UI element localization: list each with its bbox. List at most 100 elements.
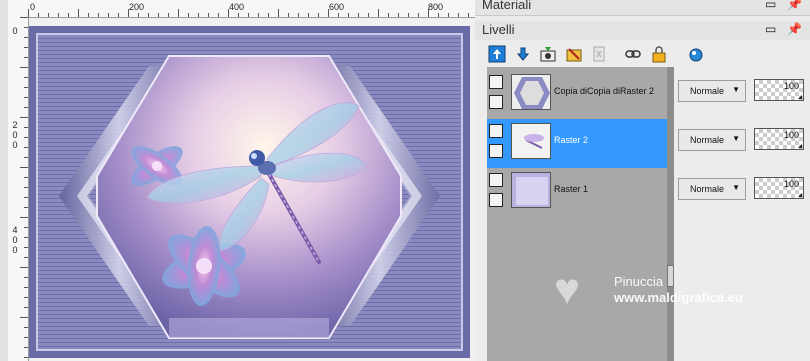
ruler-tick [24, 47, 28, 48]
ruler-tick [24, 197, 28, 198]
ruler-tick [218, 13, 219, 17]
ruler-tick [438, 13, 439, 17]
pin-icon[interactable]: 📌 [787, 22, 802, 36]
ruler-tick [298, 13, 299, 17]
new-vector-layer-icon[interactable] [512, 43, 534, 65]
lock-layer-icon[interactable] [648, 43, 670, 65]
layer-thumbnail [511, 172, 551, 208]
ruler-tick [358, 13, 359, 17]
ruler-tick [68, 13, 69, 17]
layer-group-icon[interactable] [489, 75, 503, 89]
blend-mode-dropdown[interactable]: Normale ▼ [678, 80, 746, 102]
ruler-tick [48, 13, 49, 17]
watermark-name: Pinuccia [614, 274, 664, 289]
layer-row[interactable]: Raster 1 [487, 168, 667, 217]
ruler-label: 0 [12, 140, 18, 150]
ruler-tick [188, 13, 189, 17]
ruler-label: 0 [12, 235, 18, 245]
ruler-tick [158, 13, 159, 17]
layer-group-icon[interactable] [489, 173, 503, 187]
layer-row[interactable]: Copia diCopia diRaster 2 [487, 70, 667, 119]
opacity-value: 100 [783, 179, 799, 189]
ruler-label: 0 [30, 2, 36, 12]
ruler-tick [24, 87, 28, 88]
blend-mode-dropdown[interactable]: Normale ▼ [678, 178, 746, 200]
layer-thumbnail [511, 74, 551, 110]
ruler-tick [128, 9, 129, 17]
layers-left-gutter [475, 67, 487, 361]
ruler-tick [24, 307, 28, 308]
ruler-label: 0 [12, 245, 18, 255]
maximize-icon[interactable]: ▭ [765, 22, 776, 36]
visibility-eye-icon[interactable] [489, 95, 503, 109]
opacity-field[interactable]: 100 [754, 177, 804, 199]
layer-group-icon[interactable] [489, 124, 503, 138]
ruler-tick [24, 327, 28, 328]
ruler-tick [24, 297, 28, 298]
ruler-tick [20, 217, 28, 218]
blend-mode-value: Normale [690, 135, 725, 145]
opacity-slider-icon [798, 193, 802, 197]
opacity-slider-icon [798, 144, 802, 148]
layer-row[interactable]: Raster 2 [487, 119, 667, 168]
ruler-tick [208, 13, 209, 17]
canvas-artwork[interactable] [29, 26, 470, 358]
ruler-tick [24, 107, 28, 108]
ruler-tick [24, 187, 28, 188]
ruler-label: 800 [428, 2, 444, 12]
opacity-value: 100 [783, 81, 799, 91]
ruler-tick [138, 13, 139, 17]
horizontal-ruler: 0 200 400 600 800 [28, 0, 475, 18]
palette-icon[interactable] [685, 43, 707, 65]
new-adjustment-layer-icon[interactable] [563, 43, 585, 65]
visibility-eye-icon[interactable] [489, 144, 503, 158]
ruler-tick [118, 13, 119, 17]
ruler-tick [24, 27, 28, 28]
ruler-tick [24, 127, 28, 128]
new-mask-layer-icon[interactable] [537, 43, 559, 65]
delete-layer-icon[interactable] [588, 43, 610, 65]
ruler-tick [458, 13, 459, 17]
ruler-tick [398, 13, 399, 17]
blend-mode-dropdown[interactable]: Normale ▼ [678, 129, 746, 151]
ruler-tick [168, 13, 169, 17]
ruler-tick [28, 9, 29, 17]
watermark-url: www.maldigrafica.eu [614, 290, 743, 305]
ruler-tick [308, 13, 309, 17]
chevron-down-icon: ▼ [732, 85, 740, 94]
ruler-tick [98, 13, 99, 17]
ruler-tick [418, 13, 419, 17]
ruler-tick [24, 257, 28, 258]
maximize-icon[interactable]: ▭ [765, 0, 776, 11]
ruler-tick [228, 9, 229, 17]
ruler-tick [388, 13, 389, 17]
ruler-tick [20, 67, 28, 68]
pin-icon[interactable]: 📌 [787, 0, 802, 11]
ruler-tick [24, 37, 28, 38]
visibility-eye-icon[interactable] [489, 193, 503, 207]
ruler-tick [108, 13, 109, 17]
ruler-tick [24, 347, 28, 348]
ruler-tick [198, 13, 199, 17]
materials-panel-header: Materiali ▭ 📌 [475, 0, 810, 16]
ruler-tick [468, 13, 469, 17]
layer-properties: Normale ▼ 100 [674, 168, 810, 217]
ruler-tick [24, 277, 28, 278]
heart-logo-icon: ♥ [554, 265, 581, 314]
blend-mode-value: Normale [690, 86, 725, 96]
ruler-tick [20, 267, 28, 268]
link-layer-icon[interactable] [622, 43, 644, 65]
ruler-tick [24, 357, 28, 358]
ruler-label: 400 [229, 2, 245, 12]
ruler-tick [24, 227, 28, 228]
dragonfly-artwork-image [29, 26, 470, 358]
ruler-label: 200 [129, 2, 145, 12]
ruler-tick [258, 13, 259, 17]
ruler-tick [428, 9, 429, 17]
opacity-field[interactable]: 100 [754, 128, 804, 150]
new-raster-layer-icon[interactable] [486, 43, 508, 65]
ruler-tick [24, 177, 28, 178]
opacity-field[interactable]: 100 [754, 79, 804, 101]
canvas-window: 0 200 400 600 800 0 2 0 0 4 0 0 [0, 0, 476, 361]
layer-thumbnail [511, 123, 551, 159]
